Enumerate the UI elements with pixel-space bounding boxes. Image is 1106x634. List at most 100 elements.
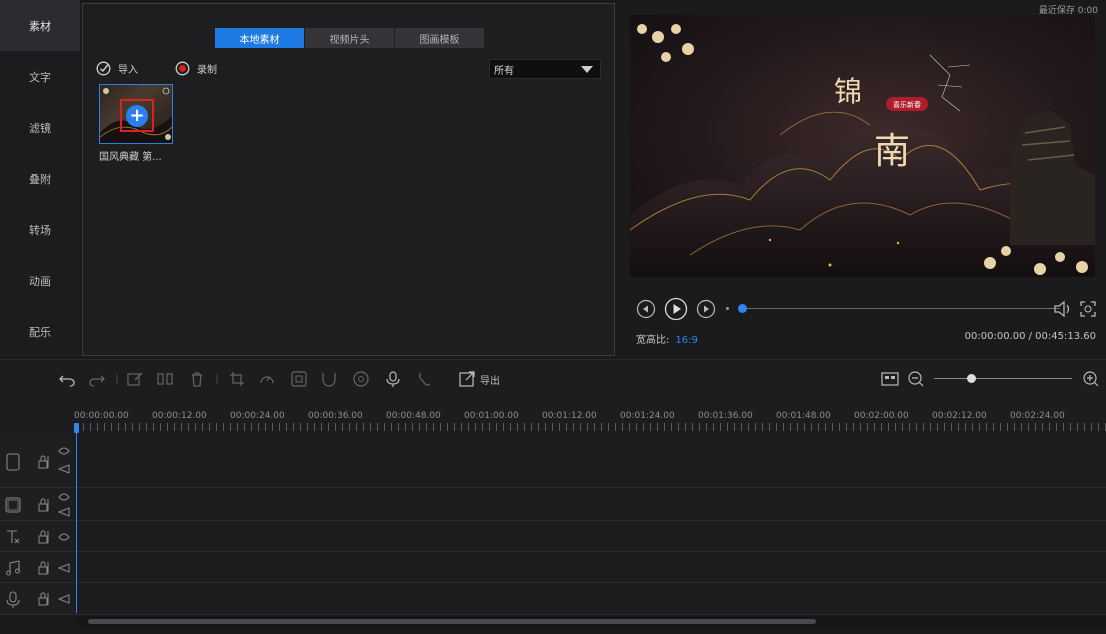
lock-icon[interactable] (38, 498, 50, 512)
magnet-icon[interactable] (320, 370, 338, 388)
zoom-out-icon[interactable] (907, 370, 925, 388)
video-frame-image: 锦 南 喜乐新春 (630, 24, 1095, 277)
lock-icon[interactable] (38, 561, 50, 575)
track-lane-video[interactable] (74, 435, 1106, 488)
ruler-ticks (76, 423, 1106, 431)
mosaic-icon[interactable] (290, 370, 308, 388)
lock-icon[interactable] (38, 592, 50, 606)
tab-templates[interactable]: 图画模板 (395, 28, 484, 48)
lock-icon[interactable] (38, 455, 50, 469)
toolbar-divider (216, 374, 218, 384)
nav-label: 文字 (29, 70, 51, 84)
import-icon (96, 61, 111, 76)
nav-item-transition[interactable]: 转场 (0, 204, 80, 255)
media-panel: 本地素材 视频片头 图画模板 导入 录制 所有 + 国风典藏 第... (82, 3, 615, 356)
nav-item-overlay[interactable]: 叠附 (0, 153, 80, 204)
video-track-icon (6, 453, 20, 471)
nav-label: 素材 (29, 19, 51, 33)
zoom-in-icon[interactable] (1082, 370, 1100, 388)
import-label: 导入 (118, 65, 138, 76)
mute-icon[interactable] (58, 563, 70, 573)
export-icon[interactable] (458, 370, 476, 388)
nav-item-media[interactable]: 素材 (0, 0, 80, 51)
side-nav: 素材 文字 滤镜 叠附 转场 动画 配乐 (0, 0, 80, 356)
add-to-timeline-highlight[interactable]: + (120, 99, 154, 132)
tab-local-media[interactable]: 本地素材 (215, 28, 304, 48)
microphone-icon[interactable] (384, 370, 402, 388)
aspect-ratio: 宽高比: 16:9 (636, 331, 698, 346)
delete-icon[interactable] (188, 370, 206, 388)
fullscreen-icon[interactable] (1078, 299, 1098, 319)
previous-frame-icon[interactable] (636, 299, 656, 319)
record-voice-icon[interactable] (352, 370, 370, 388)
progress-handle[interactable] (738, 304, 747, 313)
record-button[interactable]: 录制 (175, 61, 217, 76)
preview-panel: 最近保存 0:00 锦 南 喜乐新春 宽高比: 16:9 00:00:00.00… (620, 3, 1106, 356)
filter-dropdown[interactable]: 所有 (489, 59, 601, 79)
add-plus-icon[interactable]: + (126, 104, 148, 127)
split-icon[interactable] (156, 370, 174, 388)
filter-selected-value: 所有 (494, 65, 514, 77)
edit-toolbar: 导出 (0, 359, 1106, 397)
track-lane-music[interactable] (74, 552, 1106, 583)
nav-item-music[interactable]: 配乐 (0, 306, 80, 357)
toolbar-divider (116, 374, 118, 384)
track-lane-voice[interactable] (74, 583, 1106, 615)
track-header-video (0, 435, 73, 488)
playhead-line (76, 433, 77, 613)
track-lane-text[interactable] (74, 521, 1106, 552)
volume-icon[interactable] (1052, 299, 1074, 319)
media-item-name: 国风典藏 第... (99, 152, 162, 163)
fit-timeline-icon[interactable] (880, 370, 900, 388)
media-thumbnail[interactable]: + (99, 84, 173, 144)
ruler-label: 00:02:00.00 (854, 411, 909, 421)
tab-label: 本地素材 (239, 34, 280, 46)
timeline-ruler[interactable]: 00:00:00.00 00:00:12.00 00:00:24.00 00:00:3… (0, 397, 1106, 435)
nav-label: 滤镜 (29, 121, 51, 135)
playhead-handle[interactable] (74, 423, 79, 433)
pip-track-icon (5, 497, 21, 513)
visibility-icon[interactable] (58, 532, 70, 542)
playback-progress-bar[interactable] (738, 304, 1060, 313)
mute-icon[interactable] (58, 507, 70, 517)
aspect-ratio-value[interactable]: 16:9 (675, 335, 697, 346)
zoom-slider-handle[interactable] (967, 374, 977, 383)
tab-video-intro[interactable]: 视频片头 (305, 28, 394, 48)
video-preview[interactable]: 锦 南 喜乐新春 (630, 15, 1095, 277)
record-icon (175, 61, 190, 76)
mute-icon[interactable] (58, 594, 70, 604)
aspect-ratio-label: 宽高比: (636, 335, 670, 346)
nav-label: 转场 (29, 223, 51, 237)
ruler-label: 00:01:00.00 (464, 411, 519, 421)
edit-icon[interactable] (126, 370, 144, 388)
nav-item-text[interactable]: 文字 (0, 51, 80, 102)
undo-icon[interactable] (58, 370, 76, 388)
text-track-icon (7, 530, 20, 544)
timeline-horizontal-scrollbar[interactable] (76, 616, 1106, 627)
zoom-slider[interactable] (934, 374, 1072, 383)
scrollbar-thumb[interactable] (88, 619, 816, 624)
play-icon[interactable] (664, 297, 688, 321)
import-button[interactable]: 导入 (96, 61, 138, 76)
nav-label: 叠附 (29, 172, 51, 186)
dub-icon[interactable] (416, 370, 434, 388)
speed-icon[interactable] (258, 370, 276, 388)
ruler-label: 00:00:00.00 (74, 411, 129, 421)
next-frame-icon[interactable] (696, 299, 716, 319)
visibility-icon[interactable] (58, 492, 70, 502)
mute-icon[interactable] (58, 464, 70, 474)
chevron-down-icon (581, 66, 593, 73)
visibility-icon[interactable] (58, 446, 70, 456)
lock-icon[interactable] (38, 530, 50, 544)
export-label[interactable]: 导出 (480, 372, 500, 387)
nav-item-animation[interactable]: 动画 (0, 255, 80, 306)
nav-item-filter[interactable]: 滤镜 (0, 102, 80, 153)
microphone-icon (6, 591, 20, 608)
track-lane-pip[interactable] (74, 488, 1106, 521)
tab-label: 图画模板 (419, 34, 460, 46)
track-header-voice (0, 583, 73, 615)
record-label: 录制 (197, 65, 217, 76)
crop-icon[interactable] (228, 370, 246, 388)
redo-icon[interactable] (88, 370, 106, 388)
media-item[interactable]: + 国风典藏 第... (99, 84, 173, 163)
